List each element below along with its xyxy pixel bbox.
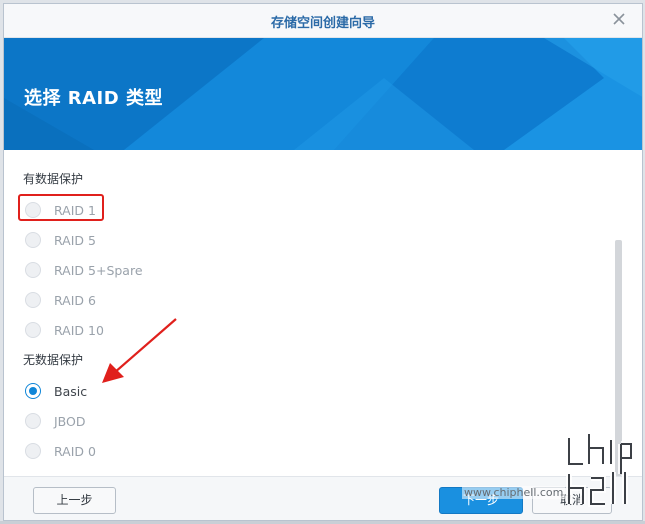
window-title: 存储空间创建向导 (270, 16, 375, 31)
close-icon[interactable] (610, 10, 628, 28)
radio-label: RAID 5 (54, 233, 96, 248)
radio-button[interactable] (25, 322, 41, 338)
radio-raid6[interactable]: RAID 6 (25, 291, 245, 311)
red-arrow-icon (96, 315, 181, 394)
chiphell-logo (563, 430, 635, 514)
radio-raid5[interactable]: RAID 5 (25, 231, 245, 251)
back-button[interactable]: 上一步 (33, 487, 116, 514)
radio-jbod[interactable]: JBOD (25, 412, 245, 432)
watermark-url: www.chiphell.com (462, 486, 566, 499)
raid-selection-panel: 有数据保护 RAID 1 RAID 5 RAID 5+Spare RAID 6 … (4, 150, 642, 476)
group-label-unprotected: 无数据保护 (23, 353, 84, 367)
radio-raid0[interactable]: RAID 0 (25, 442, 245, 462)
page-heading: 选择 RAID 类型 (24, 88, 163, 109)
group-label-protected: 有数据保护 (23, 172, 84, 186)
radio-selected-dot (29, 387, 37, 395)
storage-wizard-dialog: 存储空间创建向导 选择 RAID 类型 有数据保护 RAID 1 RAID 5 … (3, 3, 643, 521)
radio-label: RAID 0 (54, 444, 96, 459)
radio-button[interactable] (25, 292, 41, 308)
highlight-box (18, 194, 104, 221)
radio-raid5-spare[interactable]: RAID 5+Spare (25, 261, 245, 281)
radio-button[interactable] (25, 232, 41, 248)
radio-label: RAID 5+Spare (54, 263, 143, 278)
radio-button[interactable] (25, 413, 41, 429)
radio-button[interactable] (25, 443, 41, 459)
radio-label: Basic (54, 384, 88, 399)
header-banner: 选择 RAID 类型 (4, 38, 642, 150)
radio-button[interactable] (25, 262, 41, 278)
radio-label: JBOD (54, 414, 86, 429)
title-bar: 存储空间创建向导 (4, 4, 642, 38)
radio-button[interactable] (25, 383, 41, 399)
radio-label: RAID 6 (54, 293, 96, 308)
